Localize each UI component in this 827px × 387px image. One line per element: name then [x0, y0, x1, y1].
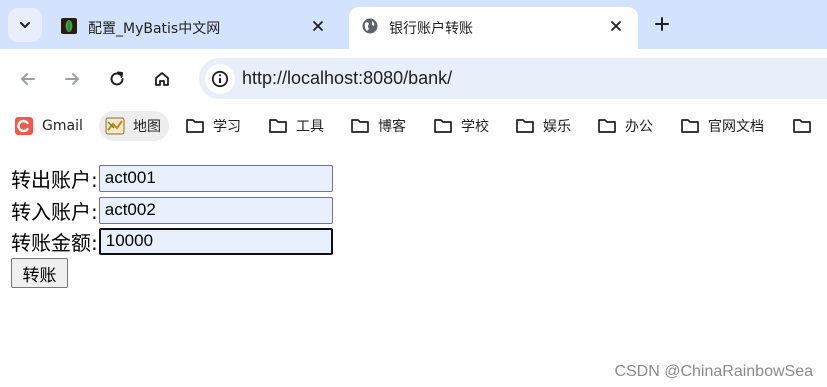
- bookmark-label: 办公: [625, 119, 653, 135]
- tab-mybatis[interactable]: 配置_MyBatis中文网: [48, 7, 340, 49]
- site-info-button[interactable]: [205, 64, 235, 94]
- folder-icon: [268, 116, 288, 136]
- bookmark-folder-school[interactable]: 学校: [433, 111, 489, 141]
- bookmark-folder-tools[interactable]: 工具: [268, 111, 324, 141]
- bookmark-folder-overflow[interactable]: [792, 111, 812, 141]
- forward-button[interactable]: [58, 65, 86, 93]
- from-account-row: 转出账户:: [11, 163, 333, 193]
- transfer-submit-button[interactable]: 转账: [11, 258, 68, 288]
- arrow-right-icon: [65, 73, 79, 85]
- bookmarks-bar: Gmail 地图 学习 工具 博客 学校 娱乐 办公 官网文档: [0, 109, 827, 145]
- home-button[interactable]: [148, 65, 176, 93]
- globe-icon: [362, 18, 378, 34]
- bookmark-folder-office[interactable]: 办公: [597, 111, 653, 141]
- plus-icon: [655, 17, 669, 31]
- bookmark-label: Gmail: [42, 118, 83, 134]
- home-icon: [155, 72, 169, 86]
- amount-label: 转账金额:: [11, 230, 98, 255]
- bookmark-label: 学习: [213, 119, 241, 135]
- bookmark-folder-entertainment[interactable]: 娱乐: [515, 111, 571, 141]
- page-content: 转出账户: 转入账户: 转账金额: 转账 CSDN @ChinaRainbowS…: [0, 145, 827, 387]
- tab-title: 配置_MyBatis中文网: [88, 21, 221, 37]
- from-account-input[interactable]: [98, 164, 333, 192]
- browser-toolbar: http://localhost:8080/bank/: [0, 49, 827, 109]
- new-tab-button[interactable]: [648, 10, 676, 38]
- bookmark-label: 博客: [378, 119, 406, 135]
- folder-icon: [792, 116, 812, 136]
- close-icon[interactable]: [308, 16, 328, 36]
- mybatis-favicon: [61, 18, 77, 34]
- address-bar[interactable]: http://localhost:8080/bank/: [199, 58, 827, 99]
- bookmark-folder-study[interactable]: 学习: [185, 111, 241, 141]
- to-account-input[interactable]: [98, 196, 333, 224]
- bookmark-folder-blog[interactable]: 博客: [350, 111, 406, 141]
- bookmark-maps[interactable]: 地图: [99, 111, 169, 141]
- bookmark-label: 地图: [133, 119, 161, 135]
- bookmark-label: 官网文档: [708, 119, 764, 135]
- info-icon: [211, 70, 229, 88]
- tab-bank-transfer[interactable]: 银行账户转账: [349, 7, 638, 49]
- bookmark-label: 娱乐: [543, 119, 571, 135]
- folder-icon: [515, 116, 535, 136]
- back-button[interactable]: [14, 65, 42, 93]
- tab-search-button[interactable]: [8, 8, 42, 42]
- watermark: CSDN @ChinaRainbowSea: [614, 363, 813, 380]
- folder-icon: [597, 116, 617, 136]
- to-account-row: 转入账户:: [11, 195, 333, 225]
- folder-icon: [433, 116, 453, 136]
- reload-button[interactable]: [103, 65, 131, 93]
- bookmark-label: 学校: [461, 119, 489, 135]
- bookmark-folder-docs[interactable]: 官网文档: [680, 111, 764, 141]
- chevron-down-icon: [20, 22, 30, 28]
- bookmark-label: 工具: [296, 119, 324, 135]
- to-account-label: 转入账户:: [11, 199, 98, 224]
- tab-strip: 配置_MyBatis中文网 银行账户转账: [0, 0, 827, 49]
- arrow-left-icon: [21, 73, 35, 85]
- folder-icon: [185, 116, 205, 136]
- from-account-label: 转出账户:: [11, 167, 98, 192]
- gmail-icon: [14, 116, 34, 136]
- maps-icon: [105, 116, 125, 136]
- reload-icon: [110, 71, 124, 86]
- close-icon[interactable]: [606, 16, 626, 36]
- amount-row: 转账金额:: [11, 226, 333, 256]
- tab-title: 银行账户转账: [389, 21, 473, 37]
- folder-icon: [680, 116, 700, 136]
- address-url[interactable]: http://localhost:8080/bank/: [242, 68, 452, 89]
- folder-icon: [350, 116, 370, 136]
- bookmark-gmail[interactable]: Gmail: [14, 111, 83, 141]
- amount-input[interactable]: [98, 227, 333, 255]
